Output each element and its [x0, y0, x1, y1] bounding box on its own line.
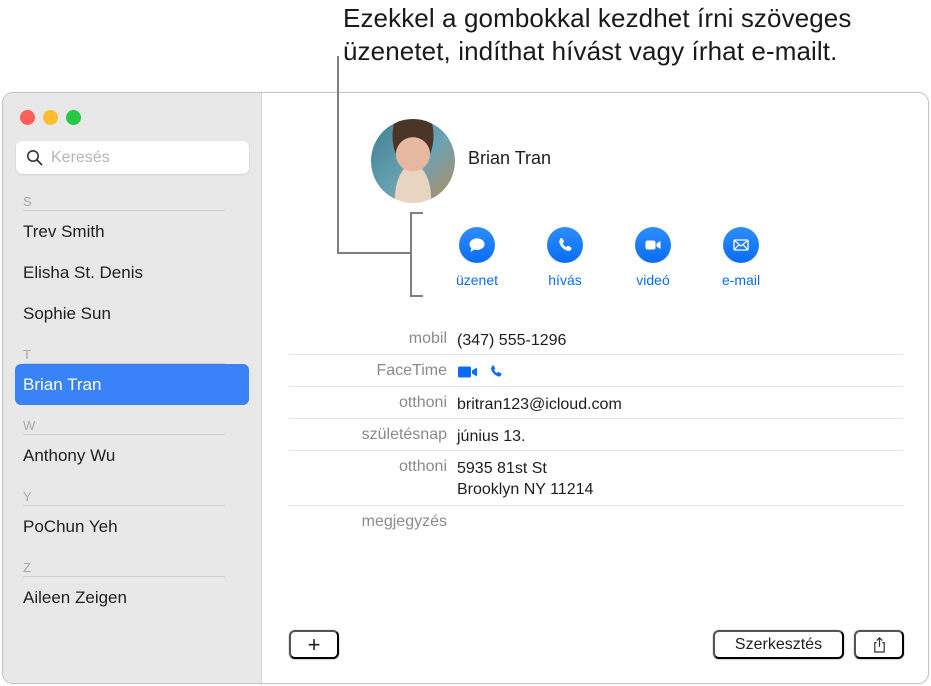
- contact-item[interactable]: PoChun Yeh: [15, 506, 249, 547]
- edit-button[interactable]: Szerkesztés: [713, 630, 844, 659]
- field-row-address: otthoni 5935 81st St Brooklyn NY 11214: [289, 451, 903, 506]
- address-line-2: Brooklyn NY 11214: [457, 481, 594, 498]
- contact-item[interactable]: Anthony Wu: [15, 435, 249, 476]
- email-label: e-mail: [721, 272, 761, 288]
- field-label: megjegyzés: [361, 513, 447, 530]
- callout-line-2: üzenetet, indíthat hívást vagy írhat e-m…: [343, 36, 838, 66]
- field-label: otthoni: [398, 394, 447, 411]
- section-header-s: S: [23, 191, 225, 211]
- contact-fields: mobil (347) 555-1296 FaceTime otthoni br…: [289, 323, 903, 538]
- field-label: FaceTime: [376, 362, 447, 379]
- field-label: születésnap: [361, 426, 447, 443]
- birthday-value: június 13.: [457, 428, 526, 445]
- sidebar: S Trev Smith Elisha St. Denis Sophie Sun…: [3, 93, 262, 683]
- callout-line-1: Ezekkel a gombokkal kezdhet írni szövege…: [343, 3, 852, 33]
- contact-item[interactable]: Elisha St. Denis: [15, 252, 249, 293]
- contacts-window: S Trev Smith Elisha St. Denis Sophie Sun…: [2, 92, 929, 684]
- message-label: üzenet: [455, 272, 499, 288]
- call-button[interactable]: hívás: [521, 227, 609, 288]
- contact-detail: Brian Tran üzenet hívás videó e-mail mob…: [263, 93, 928, 683]
- field-label: otthoni: [398, 458, 447, 475]
- section-header-t: T: [23, 344, 225, 364]
- call-label: hívás: [548, 272, 582, 288]
- contact-list[interactable]: S Trev Smith Elisha St. Denis Sophie Sun…: [3, 191, 262, 618]
- contact-item[interactable]: Sophie Sun: [15, 293, 249, 334]
- search-field[interactable]: [16, 141, 249, 174]
- field-row-birthday: születésnap június 13.: [289, 419, 903, 451]
- field-row-email: otthoni britran123@icloud.com: [289, 387, 903, 419]
- section-header-z: Z: [23, 557, 225, 577]
- search-icon: [27, 150, 43, 166]
- field-row-facetime: FaceTime: [289, 355, 903, 387]
- facetime-audio-icon[interactable]: [489, 364, 505, 380]
- video-label: videó: [636, 272, 670, 288]
- video-button[interactable]: videó: [609, 227, 697, 288]
- action-buttons: üzenet hívás videó e-mail: [433, 227, 785, 288]
- email-value[interactable]: britran123@icloud.com: [457, 394, 622, 415]
- close-button[interactable]: [20, 110, 35, 125]
- field-row-note: megjegyzés: [289, 506, 903, 538]
- add-button[interactable]: +: [289, 630, 339, 659]
- callout-annotation: Ezekkel a gombokkal kezdhet írni szövege…: [343, 2, 923, 68]
- address-line-1: 5935 81st St: [457, 460, 547, 477]
- phone-icon: [559, 237, 572, 252]
- video-camera-icon: [645, 240, 661, 250]
- field-label: mobil: [408, 330, 447, 347]
- share-icon: [873, 636, 885, 653]
- minimize-button[interactable]: [43, 110, 58, 125]
- avatar: [371, 119, 455, 203]
- field-row-mobile: mobil (347) 555-1296: [289, 323, 903, 355]
- message-button[interactable]: üzenet: [433, 227, 521, 288]
- section-header-y: Y: [23, 486, 225, 506]
- search-input[interactable]: [51, 148, 241, 167]
- email-button[interactable]: e-mail: [697, 227, 785, 288]
- maximize-button[interactable]: [66, 110, 81, 125]
- envelope-icon: [733, 239, 749, 251]
- contact-item-selected[interactable]: Brian Tran: [15, 364, 249, 405]
- contact-item[interactable]: Trev Smith: [15, 211, 249, 252]
- share-button[interactable]: [854, 630, 904, 659]
- phone-value[interactable]: (347) 555-1296: [457, 330, 566, 351]
- section-header-w: W: [23, 415, 225, 435]
- contact-name: Brian Tran: [468, 148, 552, 168]
- address-value[interactable]: 5935 81st St Brooklyn NY 11214: [457, 458, 593, 500]
- traffic-lights: [20, 110, 81, 125]
- facetime-video-icon[interactable]: [457, 364, 479, 380]
- contact-item[interactable]: Aileen Zeigen: [15, 577, 249, 618]
- message-bubble-icon: [469, 238, 485, 252]
